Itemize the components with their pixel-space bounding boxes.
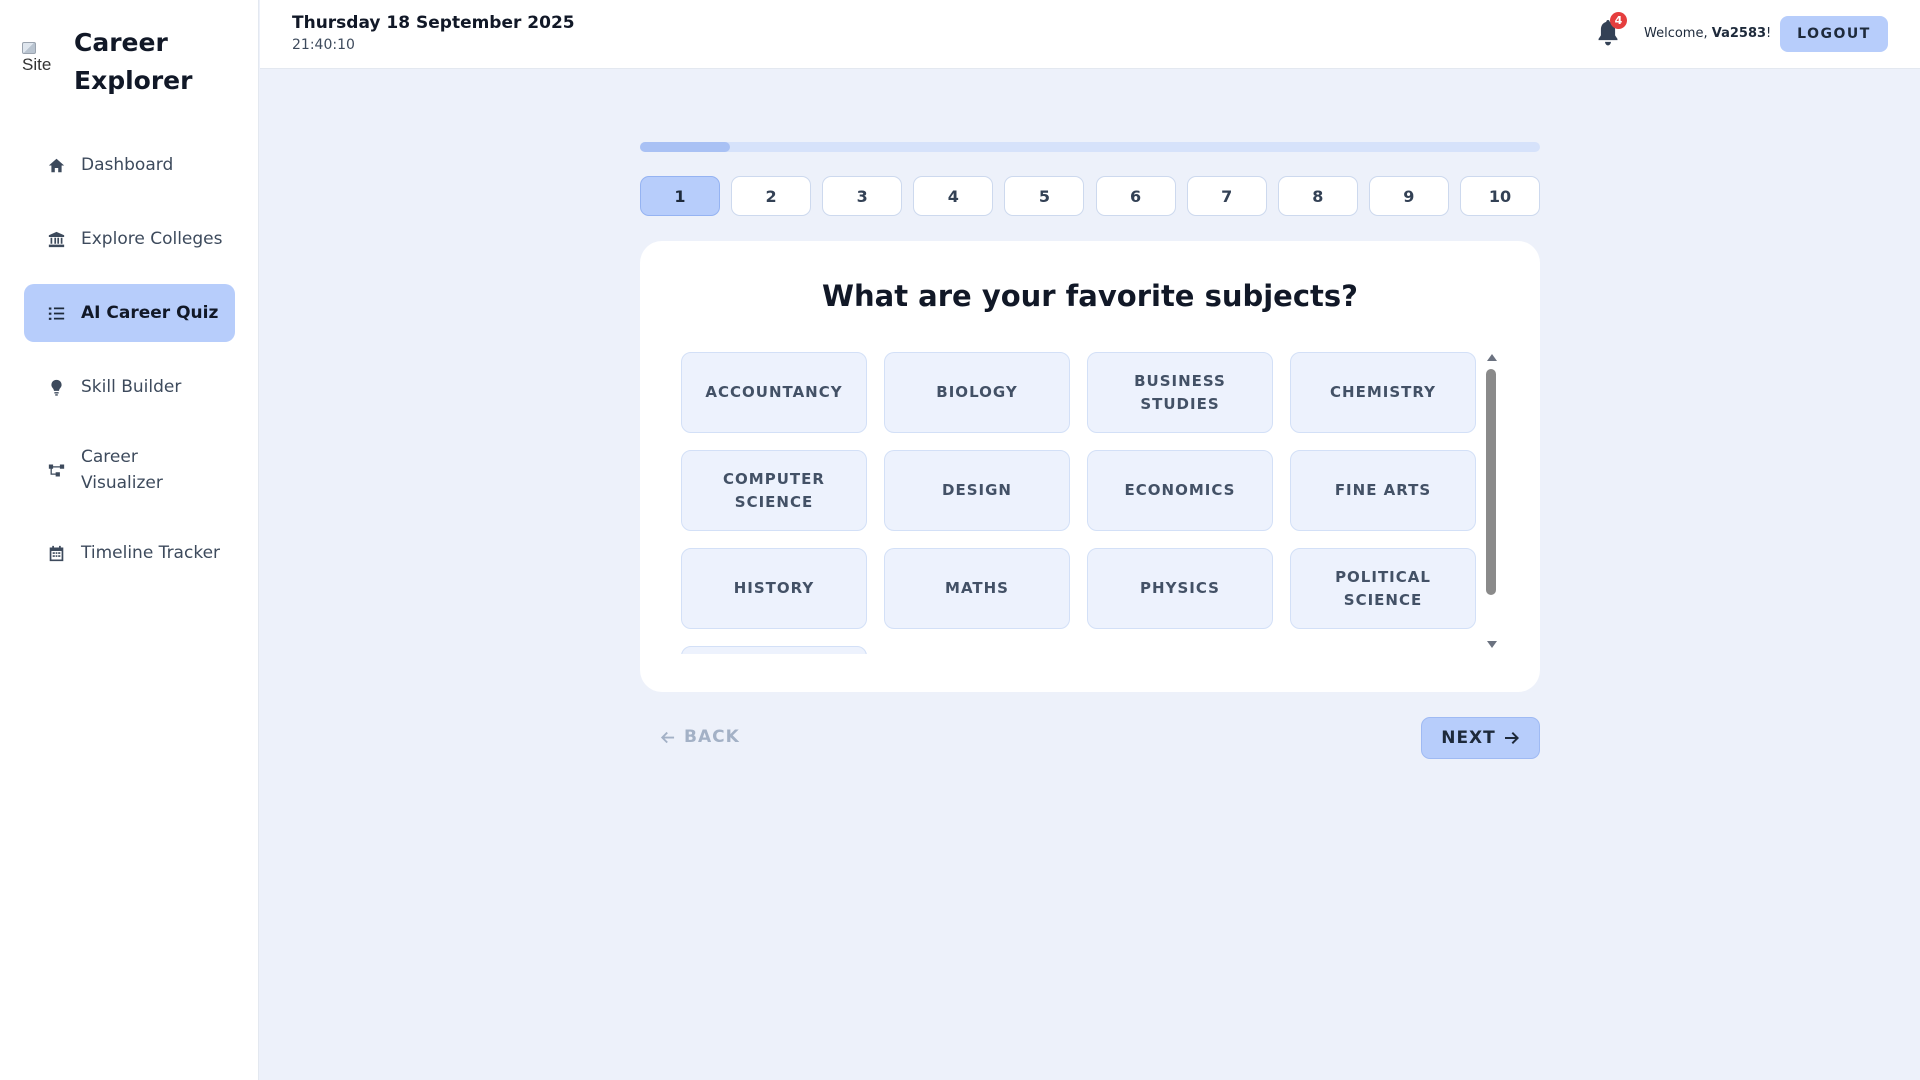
question-card: What are your favorite subjects? ACCOUNT… [640, 241, 1540, 692]
welcome-prefix: Welcome, [1644, 26, 1712, 41]
step-selector: 1 2 3 4 5 6 7 8 9 10 [640, 176, 1540, 216]
subject-option[interactable]: POLITICAL SCIENCE [1290, 548, 1476, 629]
subject-option[interactable]: BIOLOGY [884, 352, 1070, 433]
list-icon [47, 304, 65, 322]
step-button[interactable]: 6 [1095, 176, 1176, 216]
sidebar-item-label: AI Career Quiz [81, 303, 219, 323]
sidebar-item-label: Career Visualizer [81, 447, 163, 493]
sitemap-icon [47, 461, 65, 479]
sidebar-item-dashboard[interactable]: Dashboard [24, 136, 235, 194]
welcome-text: Welcome, Va2583! [1644, 26, 1771, 41]
top-header: Thursday 18 September 2025 21:40:10 4 We… [260, 0, 1920, 69]
lightbulb-icon [47, 378, 65, 396]
back-button[interactable]: BACK [660, 725, 740, 749]
username: Va2583 [1711, 26, 1767, 41]
arrow-left-icon [660, 731, 675, 743]
sidebar-item-skill-builder[interactable]: Skill Builder [24, 358, 235, 416]
step-button[interactable]: 9 [1368, 176, 1449, 216]
current-time: 21:40:10 [292, 37, 355, 53]
broken-image-icon [22, 42, 36, 54]
sidebar-item-career-visualizer[interactable]: Career Visualizer [24, 432, 235, 508]
notification-badge: 4 [1610, 12, 1627, 29]
scroll-down-arrow-icon[interactable] [1487, 641, 1497, 648]
sidebar-item-label: Skill Builder [81, 377, 182, 397]
sidebar-nav: Dashboard Explore Colleges AI Career Qui… [24, 136, 235, 598]
scrollbar-thumb[interactable] [1486, 369, 1496, 595]
notification-button[interactable]: 4 [1596, 12, 1627, 46]
subject-option[interactable] [681, 646, 867, 654]
quiz-progress-bar [640, 142, 1540, 152]
logout-button[interactable]: LOGOUT [1780, 16, 1888, 52]
logo-alt-text: Site [22, 55, 52, 74]
step-button[interactable]: 1 [640, 176, 720, 216]
sidebar-item-label: Dashboard [81, 155, 174, 175]
quiz-progress-fill [640, 142, 730, 152]
step-button[interactable]: 4 [913, 176, 994, 216]
sidebar: Site Career Explorer Dashboard Explore C… [0, 0, 259, 1080]
brand-title: Career Explorer [74, 28, 193, 95]
welcome-suffix: ! [1766, 26, 1772, 41]
step-button[interactable]: 2 [731, 176, 812, 216]
step-button[interactable]: 8 [1277, 176, 1358, 216]
current-date: Thursday 18 September 2025 [292, 13, 575, 33]
calendar-icon [47, 544, 65, 562]
question-title: What are your favorite subjects? [822, 279, 1358, 313]
subject-option[interactable]: PHYSICS [1087, 548, 1273, 629]
next-button[interactable]: NEXT [1421, 717, 1540, 759]
options-scroll-area[interactable]: ACCOUNTANCY BIOLOGY BUSINESS STUDIES CHEMIS… [681, 352, 1501, 654]
home-icon [47, 156, 65, 174]
sidebar-item-explore-colleges[interactable]: Explore Colleges [24, 210, 235, 268]
bank-icon [47, 230, 65, 248]
subject-option[interactable]: BUSINESS STUDIES [1087, 352, 1273, 433]
subject-option[interactable]: DESIGN [884, 450, 1070, 531]
subject-option[interactable]: COMPUTER SCIENCE [681, 450, 867, 531]
subject-option[interactable]: MATHS [884, 548, 1070, 629]
sidebar-item-label: Explore Colleges [81, 229, 223, 249]
step-button[interactable]: 7 [1186, 176, 1267, 216]
sidebar-item-timeline-tracker[interactable]: Timeline Tracker [24, 524, 235, 582]
subject-option[interactable]: FINE ARTS [1290, 450, 1476, 531]
back-label: BACK [684, 727, 740, 747]
subject-option[interactable]: ACCOUNTANCY [681, 352, 867, 433]
step-button[interactable]: 3 [822, 176, 903, 216]
options-grid: ACCOUNTANCY BIOLOGY BUSINESS STUDIES CHEMIS… [681, 352, 1501, 654]
subject-option[interactable]: ECONOMICS [1087, 450, 1273, 531]
subject-option[interactable]: HISTORY [681, 548, 867, 629]
step-button[interactable]: 5 [1004, 176, 1085, 216]
sidebar-item-label: Timeline Tracker [81, 543, 221, 563]
scroll-up-arrow-icon[interactable] [1487, 354, 1497, 361]
arrow-right-icon [1504, 732, 1519, 744]
sidebar-item-ai-career-quiz[interactable]: AI Career Quiz [24, 284, 235, 342]
subject-option[interactable]: CHEMISTRY [1290, 352, 1476, 433]
step-button[interactable]: 10 [1459, 176, 1540, 216]
brand[interactable]: Site Career Explorer [22, 24, 204, 100]
next-label: NEXT [1441, 728, 1496, 748]
site-logo: Site [22, 42, 56, 75]
